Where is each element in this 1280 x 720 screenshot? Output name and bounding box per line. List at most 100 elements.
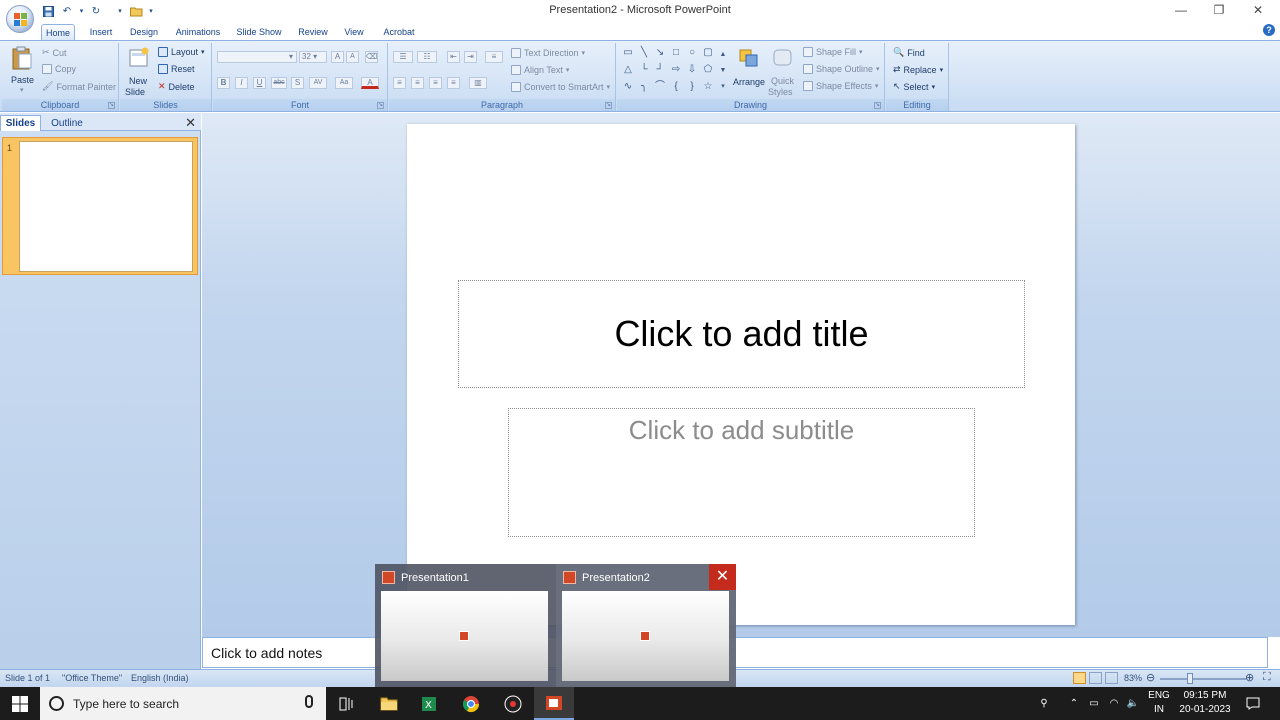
textbox-shape-icon[interactable]: ▭ [622, 47, 634, 59]
arrange-icon[interactable] [738, 48, 760, 70]
slide-canvas[interactable]: Click to add title Click to add subtitle [407, 124, 1075, 625]
paste-icon[interactable] [11, 46, 33, 72]
zoom-in-icon[interactable]: ⊕ [1245, 671, 1254, 684]
subtitle-placeholder[interactable]: Click to add subtitle [508, 408, 975, 537]
layout-button[interactable]: Layout ▾ [158, 47, 205, 57]
preview-thumbnail[interactable] [381, 591, 548, 681]
freeform-shape-icon[interactable]: ∿ [622, 81, 634, 93]
clipboard-launcher-icon[interactable]: ↘ [108, 102, 115, 109]
find-button[interactable]: 🔍 Find [893, 47, 925, 58]
microphone-icon[interactable] [305, 695, 313, 708]
wifi-icon[interactable]: ◠ [1105, 687, 1123, 720]
fit-to-window-icon[interactable]: ⛶ [1263, 671, 1271, 684]
text-direction-button[interactable]: Text Direction ▾ [511, 48, 585, 58]
taskbar-excel[interactable]: X [409, 687, 449, 720]
font-color-button[interactable]: A [361, 77, 379, 89]
tab-design[interactable]: Design [127, 24, 161, 40]
tab-insert[interactable]: Insert [85, 24, 117, 40]
rounded-rect-shape-icon[interactable]: ▢ [702, 47, 714, 59]
numbering-icon[interactable]: ☷ [417, 51, 437, 63]
taskbar-file-explorer[interactable] [369, 687, 409, 720]
tab-slide-show[interactable]: Slide Show [233, 24, 285, 40]
help-icon[interactable]: ? [1263, 24, 1275, 36]
taskbar-chrome[interactable] [451, 687, 491, 720]
zoom-percent[interactable]: 83% [1124, 673, 1142, 683]
grow-font-icon[interactable]: A [331, 51, 344, 63]
minimize-button[interactable]: — [1161, 0, 1201, 20]
pentagon-shape-icon[interactable]: ⬠ [702, 64, 714, 76]
start-button[interactable] [0, 687, 40, 720]
volume-icon[interactable]: 🔈 [1124, 687, 1142, 720]
down-arrow-shape-icon[interactable]: ⇩ [686, 64, 698, 76]
font-size-combo[interactable]: 32 ▾ [299, 51, 327, 63]
tab-home[interactable]: Home [41, 24, 75, 40]
elbow-arrow-icon[interactable]: ┘ [654, 64, 666, 76]
right-brace-shape-icon[interactable]: } [686, 81, 698, 93]
slide-thumbnail[interactable] [19, 141, 193, 272]
arc-shape-icon[interactable]: ⌒ [654, 81, 666, 93]
arrow-line-shape-icon[interactable]: ↘ [654, 47, 666, 59]
left-brace-shape-icon[interactable]: { [670, 81, 682, 93]
preview-thumbnail[interactable] [562, 591, 729, 681]
people-icon[interactable]: ⚲ [1034, 687, 1054, 720]
align-right-icon[interactable]: ≡ [429, 77, 442, 89]
decrease-indent-icon[interactable]: ⇤ [447, 51, 460, 63]
replace-button[interactable]: ⇄ Replace ▾ [893, 64, 943, 75]
tab-acrobat[interactable]: Acrobat [378, 24, 420, 40]
align-text-button[interactable]: Align Text ▾ [511, 65, 569, 75]
align-left-icon[interactable]: ≡ [393, 77, 406, 89]
preview-close-button[interactable]: ✕ [709, 564, 736, 590]
right-arrow-shape-icon[interactable]: ⇨ [670, 64, 682, 76]
tab-slides[interactable]: Slides [0, 115, 41, 131]
bold-button[interactable]: B [217, 77, 230, 89]
tab-review[interactable]: Review [295, 24, 331, 40]
select-button[interactable]: ↖ Select ▾ [893, 81, 935, 92]
shape-outline-button[interactable]: Shape Outline ▾ [803, 64, 880, 74]
align-center-icon[interactable]: ≡ [411, 77, 424, 89]
notification-center-icon[interactable] [1243, 687, 1263, 720]
reset-button[interactable]: Reset [158, 64, 195, 74]
italic-button[interactable]: I [235, 77, 248, 89]
star-shape-icon[interactable]: ☆ [702, 81, 714, 93]
language-status[interactable]: English (India) [131, 673, 189, 683]
slide-sorter-view-icon[interactable] [1089, 672, 1102, 684]
line-shape-icon[interactable]: ╲ [638, 47, 650, 59]
quick-styles-label-1[interactable]: Quick [771, 76, 794, 86]
tab-animations[interactable]: Animations [172, 24, 224, 40]
curve-shape-icon[interactable]: ╮ [638, 81, 650, 93]
new-slide-label-1[interactable]: New [129, 76, 147, 86]
shapes-more-icon[interactable]: ▾ [719, 81, 727, 93]
text-shadow-button[interactable]: S [291, 77, 304, 89]
columns-icon[interactable]: ▥ [469, 77, 487, 89]
slide-show-view-icon[interactable] [1105, 672, 1118, 684]
close-window-button[interactable]: ✕ [1238, 0, 1278, 20]
slide-thumbnail-selected[interactable]: 1 [2, 137, 198, 275]
rectangle-shape-icon[interactable]: □ [670, 47, 682, 59]
shapes-scroll-down-icon[interactable]: ▼ [719, 65, 727, 77]
restore-button[interactable]: ❐ [1199, 0, 1239, 20]
underline-button[interactable]: U [253, 77, 266, 89]
quick-styles-icon[interactable] [772, 48, 794, 70]
strikethrough-button[interactable]: abc [271, 77, 287, 89]
title-placeholder[interactable]: Click to add title [458, 280, 1025, 388]
triangle-shape-icon[interactable]: △ [622, 64, 634, 76]
tab-view[interactable]: View [340, 24, 368, 40]
font-name-combo[interactable]: ▾ [217, 51, 297, 63]
increase-indent-icon[interactable]: ⇥ [464, 51, 477, 63]
shapes-scroll-up-icon[interactable]: ▲ [719, 49, 727, 61]
tab-outline[interactable]: Outline [44, 115, 90, 131]
taskbar-powerpoint[interactable] [534, 687, 574, 720]
format-painter-button[interactable]: 🖌 Format Painter [42, 81, 116, 92]
copy-button[interactable]: Copy [42, 64, 76, 74]
zoom-out-icon[interactable]: ⊖ [1146, 671, 1155, 684]
paste-dropdown-icon[interactable]: ▾ [20, 86, 24, 94]
taskbar-search-box[interactable]: Type here to search [40, 687, 326, 720]
paragraph-launcher-icon[interactable]: ↘ [605, 102, 612, 109]
oval-shape-icon[interactable]: ○ [686, 47, 698, 59]
taskbar-clock[interactable]: 09:15 PM 20-01-2023 [1172, 689, 1238, 717]
normal-view-icon[interactable] [1073, 672, 1086, 684]
cut-button[interactable]: ✂ Cut [42, 47, 67, 58]
shrink-font-icon[interactable]: A [346, 51, 359, 63]
office-button[interactable] [6, 5, 34, 33]
shape-fill-button[interactable]: Shape Fill ▾ [803, 47, 863, 57]
